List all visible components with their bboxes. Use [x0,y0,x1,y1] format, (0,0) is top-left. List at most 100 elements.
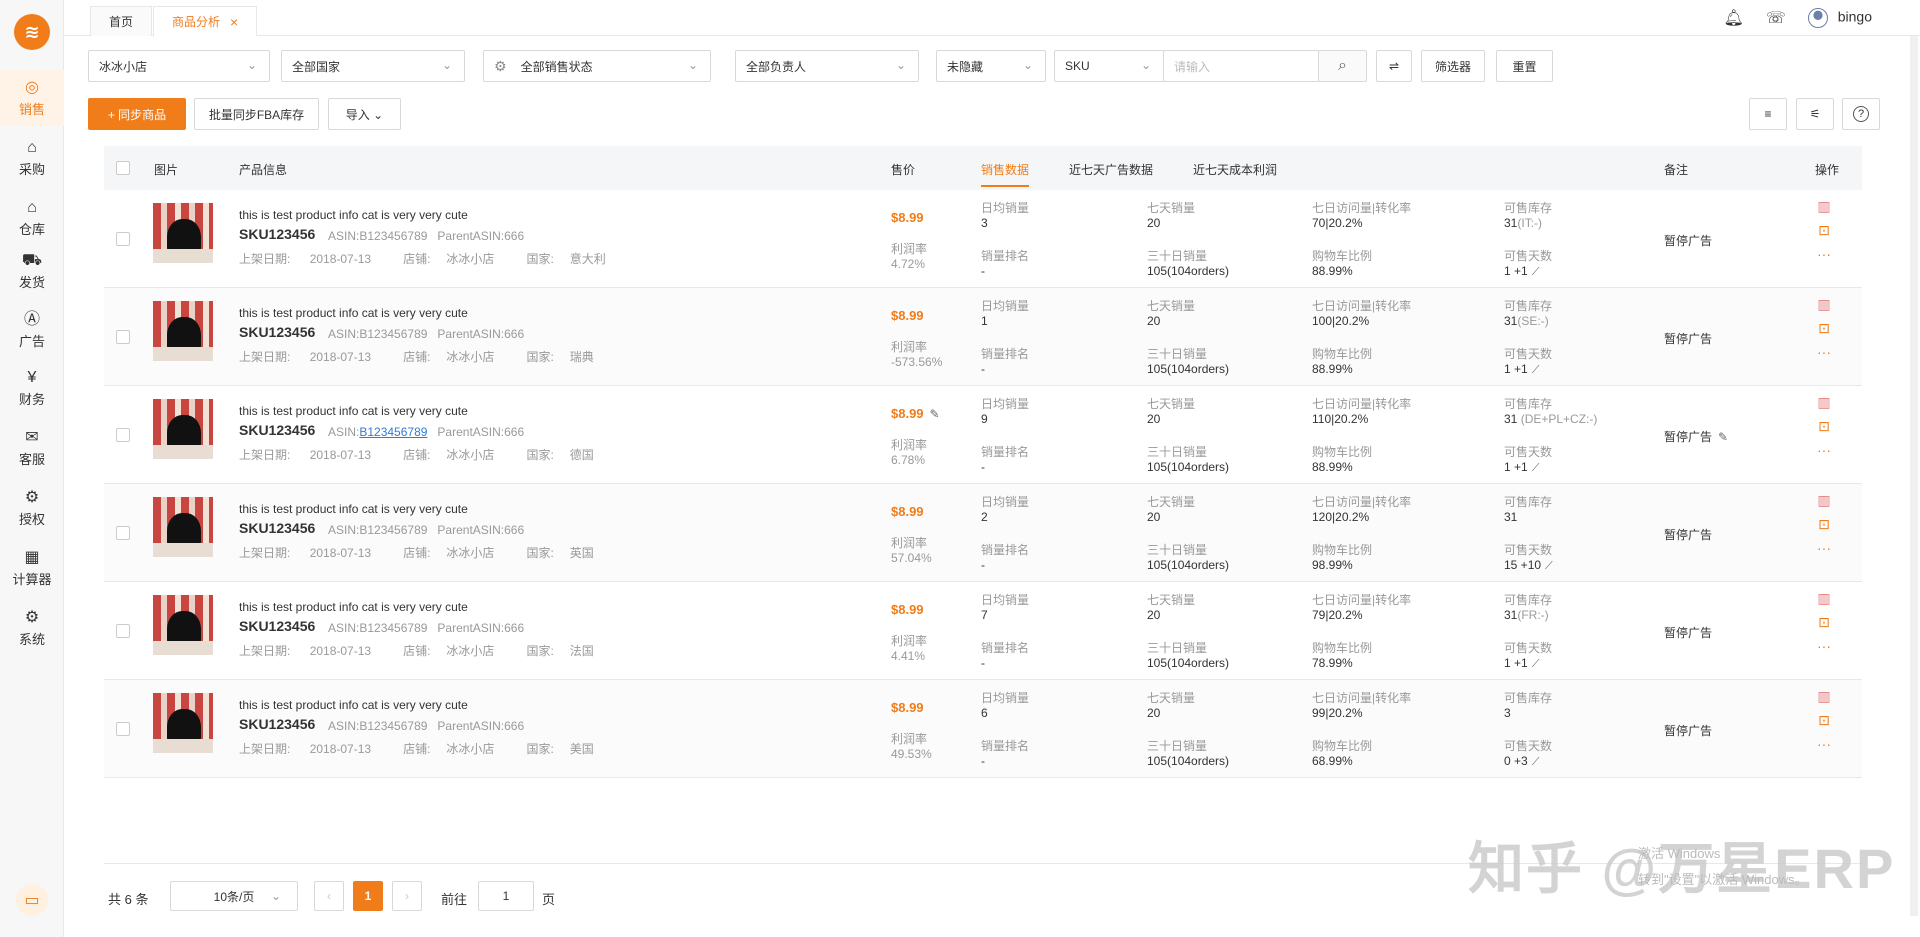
stock-number: 31 [1504,510,1518,524]
tab-cost-profit[interactable]: 近七天成本利润 [1193,161,1277,178]
app-logo[interactable]: ≋ [14,14,50,50]
import-button[interactable]: 导入 ⌄ [328,98,401,130]
stock-number: 31 [1504,314,1518,328]
row-checkbox[interactable] [116,232,130,246]
tab-product-analysis[interactable]: 商品分析 × [153,6,258,36]
more-icon[interactable]: ··· [1816,540,1832,556]
country-label: 国家: [526,448,554,462]
sidebar-item-service[interactable]: ✉ 客服 [0,420,64,476]
days-number: 15 +10 [1504,558,1542,572]
line-chart-icon[interactable]: ⊡ [1816,320,1832,336]
tab-sales-data[interactable]: 销售数据 [981,161,1030,187]
trend-chart-icon[interactable]: ⟋ [1545,560,1553,572]
bar-chart-icon[interactable]: ▥ [1816,688,1832,704]
country-info: 国家: 瑞典 [526,350,609,364]
product-image[interactable] [153,399,213,459]
bell-icon[interactable]: 🔔︎ [1724,8,1744,28]
hidden-select[interactable]: 未隐藏 ⌄ [936,50,1046,82]
more-icon[interactable]: ··· [1816,246,1832,262]
more-icon[interactable]: ··· [1816,442,1832,458]
bar-chart-icon[interactable]: ▥ [1816,590,1832,606]
page-1-button[interactable]: 1 [353,881,383,911]
product-image[interactable] [153,595,213,655]
seven-sales-value: 20 [1147,608,1161,622]
more-icon[interactable]: ··· [1816,736,1832,752]
scrollbar[interactable] [1910,36,1918,916]
country-select[interactable]: 全部国家 ⌄ [281,50,465,82]
sidebar-item-calculator[interactable]: ▦ 计算器 [0,540,64,596]
country-label: 国家: [526,644,554,658]
shop-value: 冰冰小店 [446,546,495,560]
tab-home[interactable]: 首页 [90,6,153,36]
more-icon[interactable]: ··· [1816,344,1832,360]
search-input[interactable]: 请输入 [1163,50,1319,82]
row-checkbox[interactable] [116,428,130,442]
trend-chart-icon[interactable]: ⟋ [1532,756,1540,768]
trend-chart-icon[interactable]: ⟋ [1532,462,1540,474]
next-page-button[interactable]: › [392,881,422,911]
select-all-checkbox[interactable] [116,161,130,175]
sync-products-button[interactable]: + 同步商品 [88,98,186,130]
sidebar-item-warehouse[interactable]: ⌂ 仓库 [0,190,64,246]
trend-chart-icon[interactable]: ⟋ [1532,364,1540,376]
edit-icon[interactable]: ✎ [930,407,940,421]
close-icon[interactable]: × [230,14,238,30]
sidebar-item-system[interactable]: ⚙ 系统 [0,600,64,656]
reset-button[interactable]: 重置 [1496,50,1553,82]
sidebar-item-finance[interactable]: ¥ 财务 [0,360,64,416]
row-checkbox[interactable] [116,526,130,540]
search-button[interactable]: ⌕ [1318,50,1367,82]
sync-fba-button[interactable]: 批量同步FBA库存 [194,98,319,130]
days-number: 1 +1 [1504,460,1528,474]
headset-icon[interactable]: ☏ [1766,8,1786,28]
bar-chart-icon[interactable]: ▥ [1816,296,1832,312]
trend-chart-icon[interactable]: ⟋ [1532,658,1540,670]
sale-status-select[interactable]: ⚙ 全部销售状态 ⌄ [483,50,711,82]
sidebar-item-ads[interactable]: Ⓐ 广告 [0,302,64,358]
help-button[interactable]: ? [1842,98,1880,130]
more-icon[interactable]: ··· [1816,638,1832,654]
product-image[interactable] [153,203,213,263]
line-chart-icon[interactable]: ⊡ [1816,418,1832,434]
sort-button[interactable]: ⇌ [1376,50,1412,82]
owner-select[interactable]: 全部负责人 ⌄ [735,50,919,82]
bar-chart-icon[interactable]: ▥ [1816,492,1832,508]
search-type-select[interactable]: SKU ⌄ [1054,50,1164,82]
tab-ad-data[interactable]: 近七天广告数据 [1069,161,1153,178]
bar-chart-icon[interactable]: ▥ [1816,198,1832,214]
visits-value: 100|20.2% [1312,314,1370,328]
row-checkbox[interactable] [116,722,130,736]
user-menu[interactable]: bingo [1807,8,1872,28]
trend-chart-icon[interactable]: ⟋ [1532,266,1540,278]
line-chart-icon[interactable]: ⊡ [1816,614,1832,630]
product-image[interactable] [153,693,213,753]
product-image[interactable] [153,301,213,361]
column-list-button[interactable]: ≡ [1749,98,1787,130]
sidebar-item-purchase[interactable]: ⌂ 采购 [0,130,64,186]
bar-chart-icon[interactable]: ▥ [1816,394,1832,410]
page-size-select[interactable]: 10条/页 ⌄ [170,881,298,911]
store-select[interactable]: 冰冰小店 ⌄ [88,50,270,82]
line-chart-icon[interactable]: ⊡ [1816,516,1832,532]
stock-label: 可售库存 [1504,299,1553,313]
settings-button[interactable]: ⚟ [1796,98,1834,130]
days-label: 可售天数 [1504,347,1553,361]
line-chart-icon[interactable]: ⊡ [1816,712,1832,728]
sidebar-item-label: 授权 [18,511,45,527]
prev-page-button[interactable]: ‹ [314,881,344,911]
goto-page-input[interactable]: 1 [478,881,534,911]
row-checkbox[interactable] [116,330,130,344]
filter-button[interactable]: 筛选器 [1421,50,1485,82]
country-value: 瑞典 [569,350,594,364]
asin-value[interactable]: B123456789 [359,425,427,439]
edit-icon[interactable]: ✎ [1718,430,1728,444]
visits-value: 79|20.2% [1312,608,1363,622]
product-image[interactable] [153,497,213,557]
sidebar-item-sales[interactable]: ◎ 销售 [0,70,64,126]
row-checkbox[interactable] [116,624,130,638]
days-value: 15 +10 ⟋ [1504,558,1553,573]
collapse-sidebar-icon[interactable]: ▭ [16,884,48,916]
sidebar-item-shipping[interactable]: ⛟ 发货 [0,243,64,299]
line-chart-icon[interactable]: ⊡ [1816,222,1832,238]
sidebar-item-auth[interactable]: ⚙ 授权 [0,480,64,536]
